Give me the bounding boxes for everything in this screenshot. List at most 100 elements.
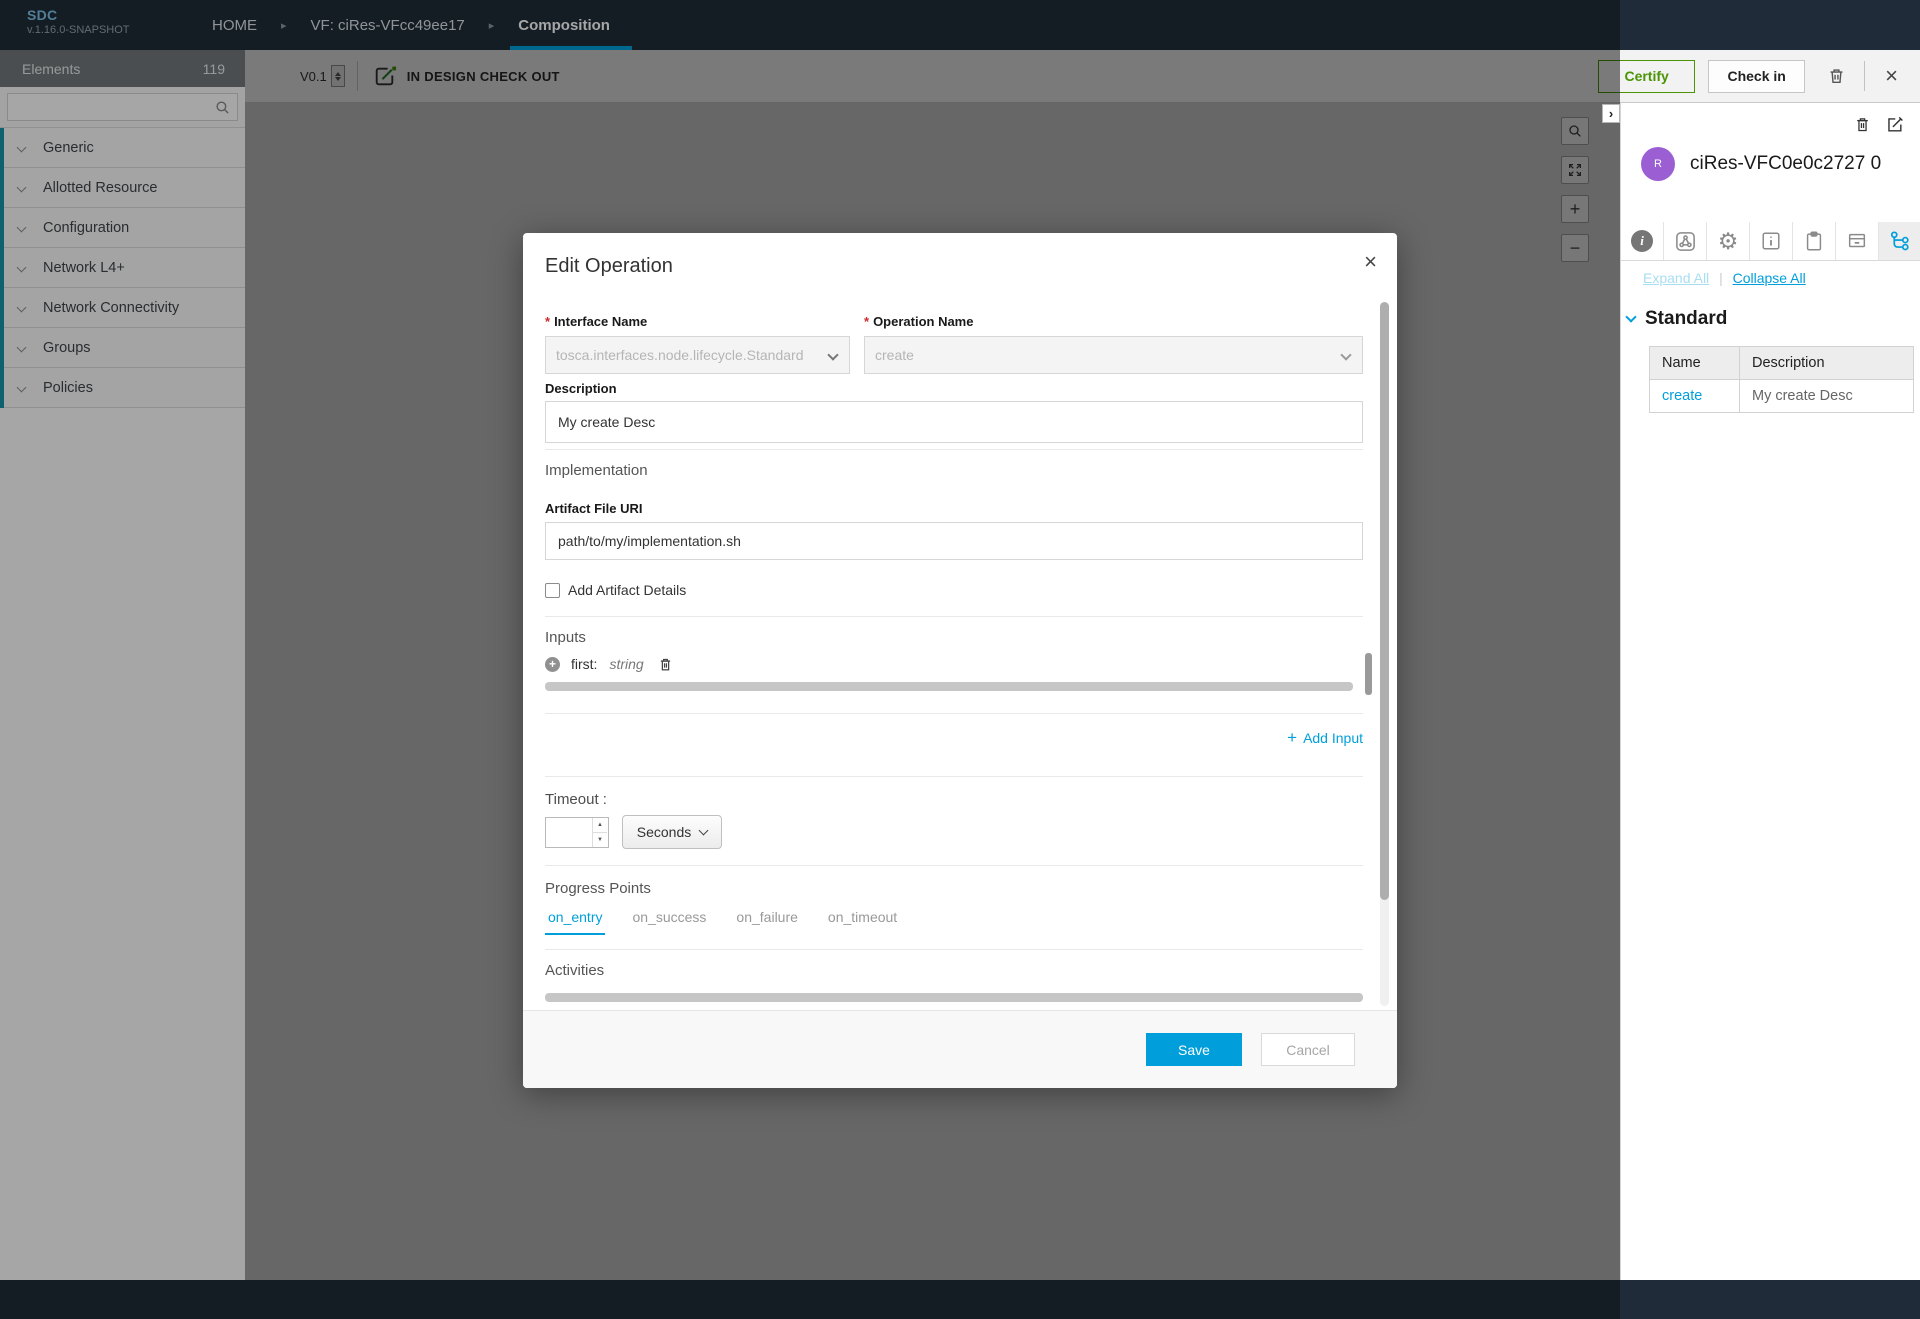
section-divider — [545, 776, 1363, 777]
clipboard-icon — [1803, 230, 1825, 252]
artifact-uri-field: Artifact File URI — [545, 501, 1363, 560]
chevron-down-icon — [827, 349, 838, 360]
tab-operations[interactable] — [1879, 222, 1920, 260]
plus-icon: + — [1287, 728, 1297, 748]
chevron-down-icon — [1340, 349, 1351, 360]
param-name: first: — [571, 656, 597, 672]
delete-param-icon[interactable] — [658, 656, 673, 673]
info-circle-icon: i — [1631, 230, 1653, 252]
operations-table: Name Description create My create Desc — [1649, 346, 1914, 413]
inputs-horizontal-scrollbar[interactable] — [545, 682, 1353, 691]
section-divider — [545, 949, 1363, 950]
add-artifact-label: Add Artifact Details — [568, 582, 686, 598]
chevron-down-icon — [699, 826, 709, 836]
interface-name-label: Interface Name — [554, 314, 647, 329]
timeout-number-input[interactable]: ▲ ▼ — [545, 817, 609, 848]
component-detail-panel: R ciRes-VFC0e0c2727 0 i ⚙ — [1620, 103, 1920, 1280]
expand-param-icon[interactable]: + — [545, 657, 560, 672]
delete-component-icon[interactable] — [1854, 115, 1871, 134]
component-header: R ciRes-VFC0e0c2727 0 — [1641, 147, 1881, 181]
info-square-icon — [1760, 230, 1782, 252]
inputs-vertical-scrollbar[interactable] — [1365, 653, 1372, 695]
required-asterisk: * — [545, 314, 550, 329]
chevron-right-icon: › — [1609, 106, 1613, 121]
timeout-unit-select[interactable]: Seconds — [622, 815, 722, 849]
tab-on-success[interactable]: on_success — [629, 909, 709, 935]
panel-actions — [1854, 115, 1904, 134]
operation-name-label: Operation Name — [873, 314, 973, 329]
cancel-button[interactable]: Cancel — [1261, 1033, 1355, 1066]
panel-tab-bar: i ⚙ — [1621, 222, 1920, 261]
spinner-up-icon[interactable]: ▲ — [593, 818, 607, 833]
modal-scrollbar-track[interactable] — [1380, 302, 1389, 1006]
expand-collapse-links: Expand All | Collapse All — [1643, 270, 1806, 286]
spinner-down-icon[interactable]: ▼ — [593, 833, 607, 847]
modal-scrollbar-thumb[interactable] — [1380, 302, 1389, 900]
add-artifact-checkbox-row[interactable]: Add Artifact Details — [545, 582, 1363, 598]
tab-on-timeout[interactable]: on_timeout — [825, 909, 900, 935]
close-icon[interactable]: × — [1364, 251, 1377, 273]
section-divider — [545, 449, 1363, 450]
workflow-icon — [1889, 230, 1912, 253]
artifact-uri-input[interactable] — [545, 522, 1363, 560]
expand-all-link[interactable]: Expand All — [1643, 270, 1709, 286]
add-input-row: + Add Input — [545, 728, 1363, 748]
add-input-button[interactable]: + Add Input — [1287, 728, 1363, 748]
panel-collapse-button[interactable]: › — [1602, 104, 1620, 123]
chevron-down-icon — [1625, 311, 1636, 322]
edit-component-icon[interactable] — [1885, 115, 1904, 134]
operation-name-field: * Operation Name create — [864, 314, 1363, 374]
timeout-label: Timeout : — [545, 791, 1363, 808]
artifact-uri-label: Artifact File URI — [545, 501, 1363, 516]
checkbox-unchecked[interactable] — [545, 583, 560, 598]
tab-artifacts[interactable] — [1836, 222, 1879, 260]
operation-create-link[interactable]: create — [1662, 388, 1702, 404]
toolbar-separator — [1864, 61, 1865, 91]
delete-icon[interactable] — [1827, 66, 1846, 86]
column-header-description: Description — [1740, 347, 1914, 380]
description-field: Description — [545, 381, 1363, 443]
collapse-all-link[interactable]: Collapse All — [1733, 270, 1806, 286]
operation-description-cell: My create Desc — [1740, 380, 1914, 413]
operation-name-select[interactable]: create — [864, 336, 1363, 374]
section-divider — [545, 865, 1363, 866]
save-button[interactable]: Save — [1146, 1033, 1242, 1066]
gear-icon: ⚙ — [1718, 230, 1739, 253]
input-param-row: + first: string — [545, 653, 1363, 675]
tab-requirements[interactable] — [1750, 222, 1793, 260]
section-divider — [545, 616, 1363, 617]
required-asterisk: * — [864, 314, 869, 329]
sdc-app: SDC v.1.16.0-SNAPSHOT HOME ▸ VF: ciRes-V… — [0, 0, 1920, 1319]
activities-horizontal-scrollbar[interactable] — [545, 993, 1363, 1002]
interface-section-title: Standard — [1645, 308, 1727, 330]
modal-title: Edit Operation — [545, 255, 673, 278]
inputs-section-label: Inputs — [545, 629, 1363, 646]
name-fields-row: * Interface Name tosca.interfaces.node.li… — [545, 314, 1363, 374]
table-row: create My create Desc — [1650, 380, 1914, 413]
tab-on-entry[interactable]: on_entry — [545, 909, 605, 935]
edit-operation-modal: Edit Operation × * Interface Name tosca.i… — [523, 233, 1397, 1088]
archive-icon — [1846, 230, 1868, 252]
column-header-name: Name — [1650, 347, 1740, 380]
links-separator: | — [1719, 270, 1723, 286]
section-divider — [545, 713, 1363, 714]
number-spinner[interactable]: ▲ ▼ — [592, 818, 607, 847]
tab-settings[interactable]: ⚙ — [1707, 222, 1750, 260]
tab-composition[interactable] — [1664, 222, 1707, 260]
interface-name-select[interactable]: tosca.interfaces.node.lifecycle.Standard — [545, 336, 850, 374]
tab-information[interactable]: i — [1621, 222, 1664, 260]
progress-points-label: Progress Points — [545, 880, 1363, 897]
tab-on-failure[interactable]: on_failure — [733, 909, 801, 935]
modal-footer: Save Cancel — [523, 1010, 1397, 1088]
timeout-value-field[interactable] — [546, 818, 592, 847]
close-composition-icon[interactable]: × — [1885, 65, 1898, 87]
implementation-section-label: Implementation — [545, 462, 1363, 479]
component-title: ciRes-VFC0e0c2727 0 — [1690, 153, 1881, 175]
checkin-button[interactable]: Check in — [1708, 60, 1805, 93]
activities-section-label: Activities — [545, 962, 1363, 979]
interface-section-header[interactable]: Standard — [1627, 308, 1727, 330]
tab-properties[interactable] — [1793, 222, 1836, 260]
interface-name-field: * Interface Name tosca.interfaces.node.li… — [545, 314, 850, 374]
description-input[interactable] — [545, 401, 1363, 443]
modal-header: Edit Operation × — [523, 233, 1397, 300]
